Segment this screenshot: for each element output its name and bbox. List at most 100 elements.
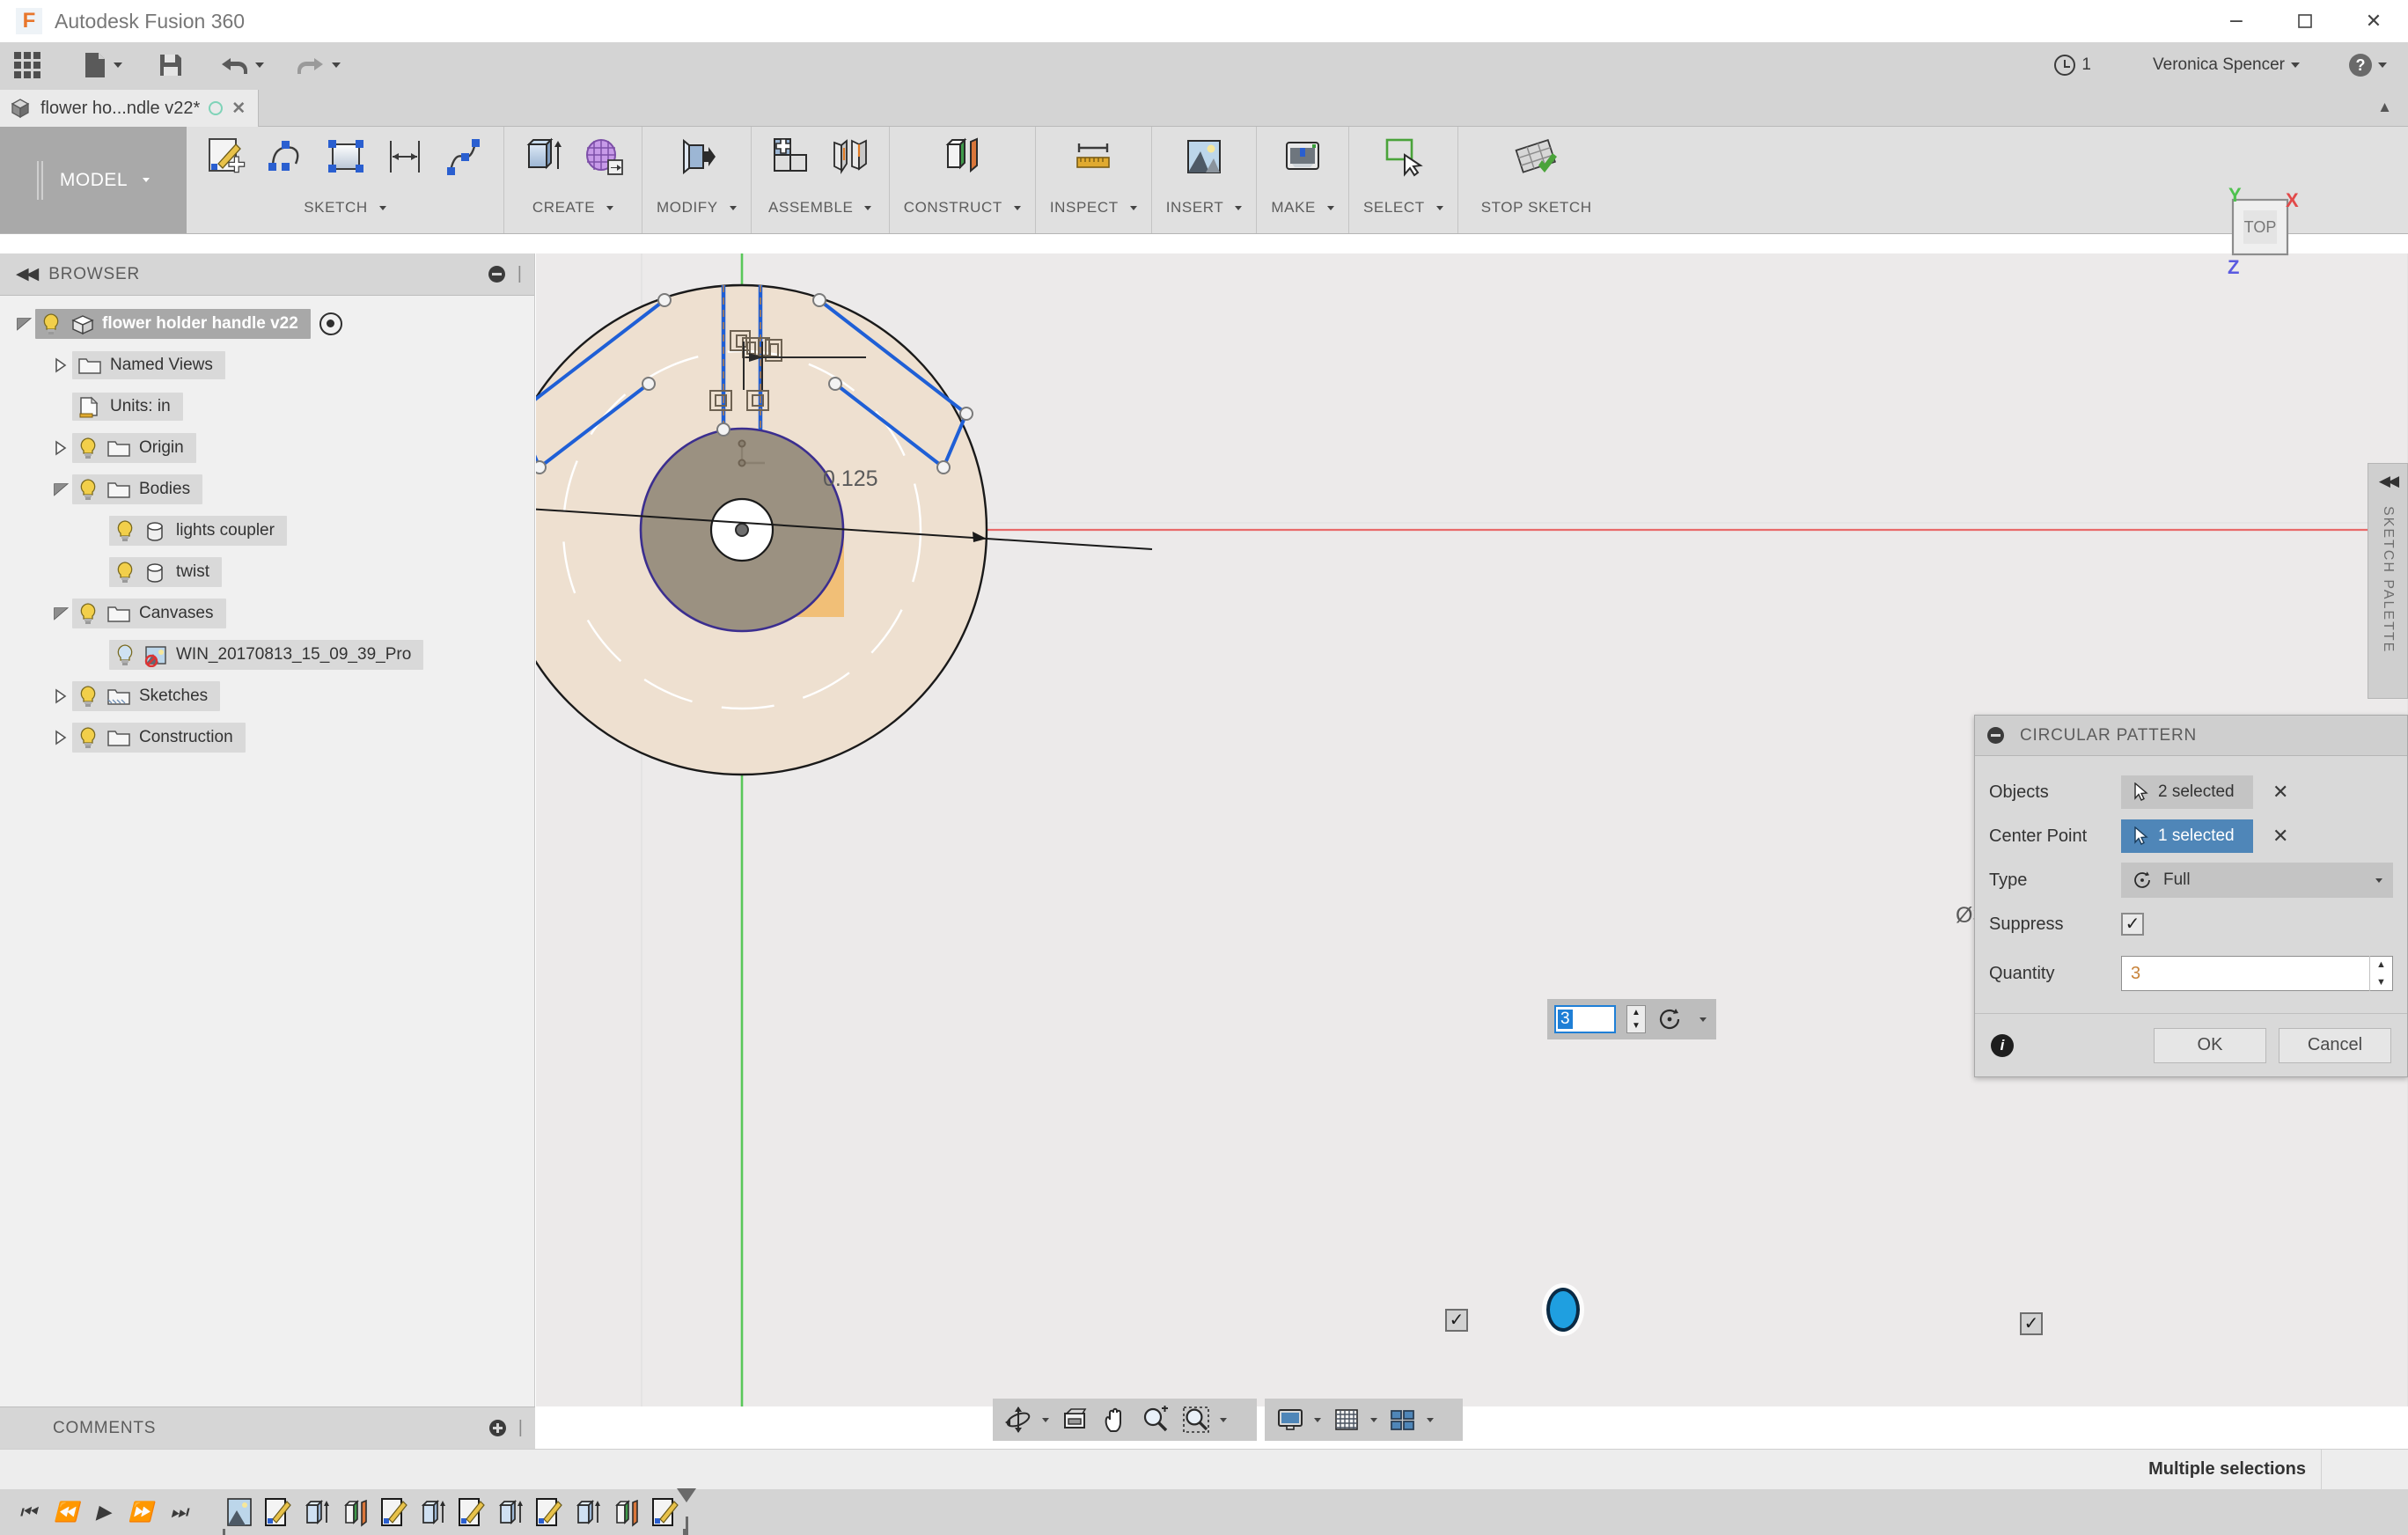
new-document-button[interactable] [74,42,131,88]
minus-circle-icon[interactable] [488,266,505,283]
timeline-feature-item[interactable] [494,1495,527,1529]
timeline-feature-item[interactable] [339,1495,372,1529]
tree-twisty[interactable] [49,606,72,621]
browser-tree-item-chip[interactable]: Named Views [72,350,225,379]
visibility-bulb-icon[interactable] [114,561,136,584]
zoom-button[interactable] [1137,1405,1174,1435]
chevron-down-icon[interactable] [1700,1017,1707,1022]
collapse-ribbon-icon[interactable]: ▲ [2377,99,2392,116]
browser-tree-item[interactable]: Units: in [0,386,534,427]
browser-tree-item-chip[interactable]: Canvases [72,598,226,628]
browser-tree-item-chip[interactable]: Construction [72,722,246,753]
visibility-bulb-icon[interactable] [77,602,99,625]
user-menu[interactable]: Veronica Spencer [2144,42,2309,88]
ribbon-group-label-stop-sketch[interactable]: STOP SKETCH [1481,199,1592,217]
pattern-instance-checkbox-right[interactable]: ✓ [2020,1312,2043,1335]
create-sketch-icon[interactable] [201,132,250,181]
browser-tree-item[interactable]: Canvases [0,592,534,634]
panel-resize-grip[interactable]: | [518,1418,528,1438]
browser-tree-item[interactable]: lights coupler [0,510,534,551]
browser-tree-item[interactable]: WIN_20170813_15_09_39_Pro [0,634,534,675]
info-icon[interactable]: i [1991,1033,2014,1057]
quantity-input[interactable]: 3 ▲ ▼ [2121,956,2393,991]
suppress-checkbox[interactable]: ✓ [2121,913,2144,936]
visibility-bulb-icon[interactable] [114,519,136,542]
undo-button[interactable] [210,42,273,88]
app-grid-icon[interactable] [14,52,40,78]
new-component-icon[interactable] [766,132,815,181]
timeline-feature-item[interactable] [300,1495,334,1529]
help-menu[interactable]: ? [2340,42,2396,88]
browser-tree-item-chip[interactable]: flower holder handle v22 [35,308,311,339]
browser-tree-item-chip[interactable]: twist [109,556,222,587]
look-at-button[interactable] [1056,1405,1093,1435]
objects-select-button[interactable]: 2 selected [2121,775,2253,809]
browser-tree-item[interactable]: Origin [0,427,534,468]
ribbon-group-label-select[interactable]: SELECT [1363,199,1443,217]
3d-print-icon[interactable] [1278,132,1327,181]
timeline-feature-item[interactable] [571,1495,605,1529]
objects-clear-button[interactable]: ✕ [2272,781,2288,804]
collapse-right-icon[interactable]: ◀◀ [2379,473,2399,490]
canvas-quantity-widget[interactable]: 3 ▲ ▼ [1547,999,1716,1039]
chevron-down-icon[interactable] [1370,1417,1377,1422]
step-back-icon[interactable]: ⏪ [55,1501,78,1524]
arc-icon[interactable] [261,132,310,181]
collapse-left-icon[interactable]: ◀◀ [7,264,39,284]
ok-button[interactable]: OK [2154,1027,2266,1063]
browser-tree-item-chip[interactable]: Origin [72,432,196,463]
display-settings-button[interactable] [1272,1405,1325,1435]
cancel-button[interactable]: Cancel [2279,1027,2391,1063]
canvas-quantity-stepper[interactable]: ▲ ▼ [1626,1005,1646,1033]
tree-twisty[interactable] [49,729,72,746]
press-pull-icon[interactable] [672,132,721,181]
browser-tree-item[interactable]: Named Views [0,344,534,386]
extrude-icon[interactable] [518,132,568,181]
offset-dimension-text[interactable]: 0.125 [823,466,878,492]
stepper-up-icon[interactable]: ▲ [2370,956,2392,973]
close-button[interactable]: ✕ [2339,0,2408,42]
minus-circle-icon[interactable] [1987,727,2004,744]
visibility-bulb-icon[interactable] [77,726,99,749]
visibility-bulb-icon[interactable] [40,312,62,335]
type-dropdown[interactable]: Full [2121,863,2393,898]
timeline-feature-item[interactable] [223,1495,256,1529]
visibility-bulb-icon[interactable] [77,478,99,501]
ribbon-group-label-modify[interactable]: MODIFY [657,199,737,217]
orbit-button[interactable] [1000,1405,1053,1435]
dialog-header[interactable]: CIRCULAR PATTERN [1975,716,2407,756]
center-point-clear-button[interactable]: ✕ [2272,825,2288,848]
activate-component-radio[interactable] [319,312,342,335]
browser-tree-item[interactable]: Bodies [0,468,534,510]
go-to-beginning-icon[interactable]: ⏮ [19,1501,37,1524]
browser-tree-item-chip[interactable]: Bodies [72,474,203,504]
joint-icon[interactable] [826,132,875,181]
selected-constraint-badge[interactable] [1546,1288,1580,1332]
ribbon-group-label-make[interactable]: MAKE [1271,199,1334,217]
rectangle-icon[interactable] [320,132,370,181]
stepper-up-icon[interactable]: ▲ [1627,1006,1645,1019]
sketch-palette-tab[interactable]: ◀◀ SKETCH PALETTE [2368,463,2408,699]
quantity-stepper[interactable]: ▲ ▼ [2369,956,2392,991]
select-window-icon[interactable] [1378,132,1428,181]
comments-panel-header[interactable]: COMMENTS | [0,1406,535,1449]
pattern-instance-checkbox-left[interactable]: ✓ [1445,1309,1468,1332]
timeline-feature-item[interactable] [416,1495,450,1529]
visibility-bulb-icon[interactable] [77,685,99,708]
timeline-feature-item[interactable] [455,1495,488,1529]
browser-tree-item-chip[interactable]: WIN_20170813_15_09_39_Pro [109,639,424,670]
timeline-feature-item[interactable] [532,1495,566,1529]
visibility-bulb-icon[interactable] [114,643,136,666]
timeline-feature-item[interactable] [261,1495,295,1529]
stepper-down-icon[interactable]: ▼ [1627,1019,1645,1032]
spline-icon[interactable] [440,132,489,181]
insert-canvas-icon[interactable] [1179,132,1229,181]
tree-twisty[interactable] [49,439,72,457]
timeline-end-marker[interactable] [677,1488,697,1535]
ribbon-group-label-insert[interactable]: INSERT [1166,199,1243,217]
tree-twisty[interactable] [49,481,72,497]
pattern-create-icon[interactable] [578,132,628,181]
browser-tree-item[interactable]: Sketches [0,675,534,716]
chevron-down-icon[interactable] [1042,1417,1049,1422]
timeline-feature-item[interactable] [378,1495,411,1529]
